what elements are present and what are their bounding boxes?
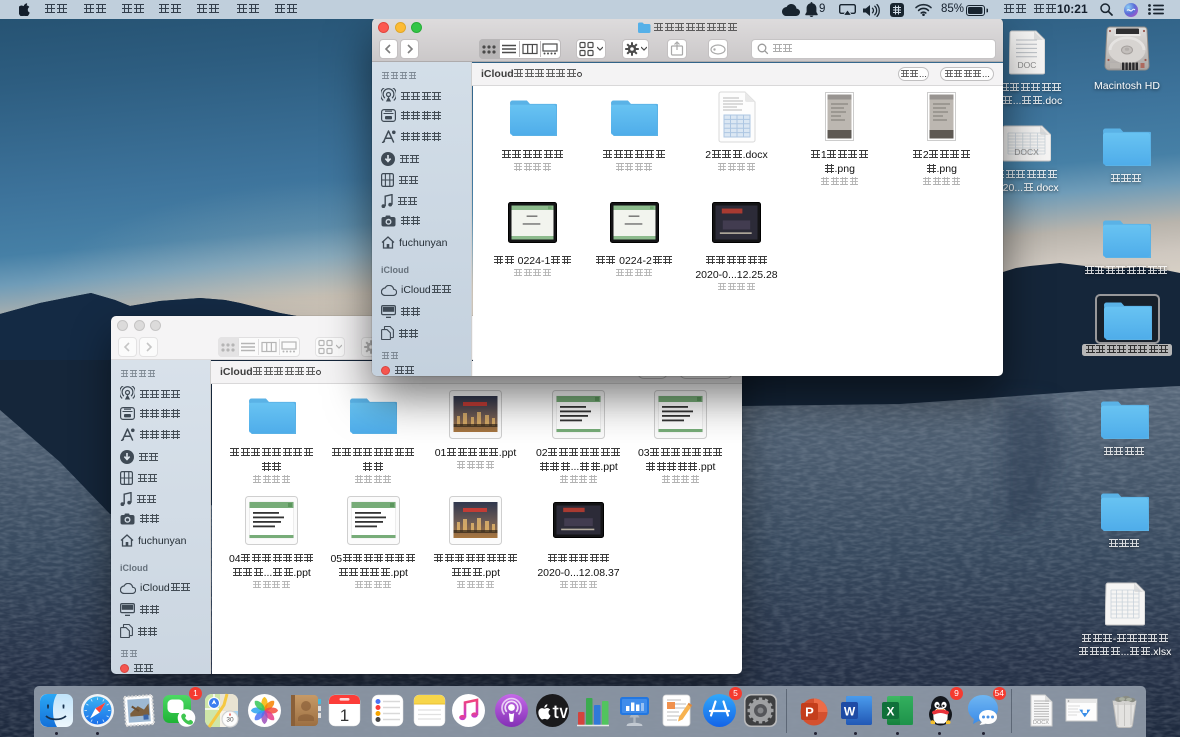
svg-text:P: P	[805, 704, 814, 719]
svg-text:DOCX: DOCX	[1033, 720, 1049, 726]
svg-text:X: X	[886, 704, 894, 718]
svg-text:DOC: DOC	[1018, 60, 1037, 70]
svg-text:DOCX: DOCX	[1014, 147, 1039, 157]
svg-text:30: 30	[226, 716, 234, 723]
svg-text:W: W	[843, 704, 855, 718]
svg-text:1: 1	[339, 706, 348, 725]
